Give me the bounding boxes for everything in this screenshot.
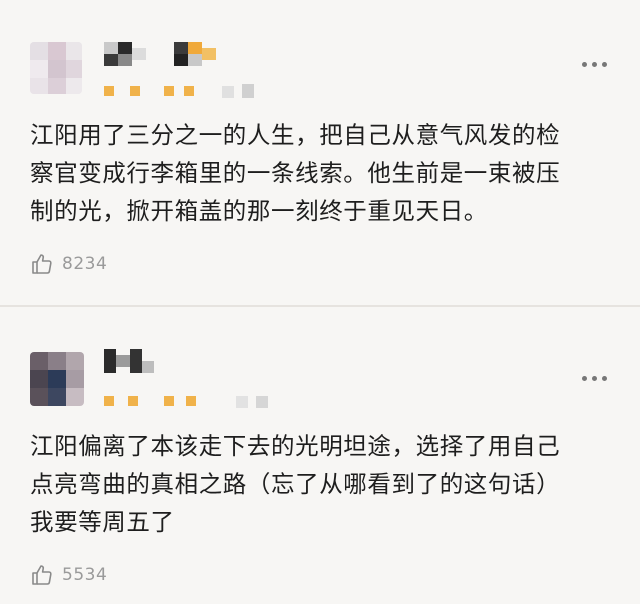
more-options-icon[interactable] xyxy=(582,58,612,70)
avatar[interactable] xyxy=(30,352,84,406)
comment-card: 江阳偏离了本该走下去的光明坦途，选择了用自己 点亮弯曲的真相之路（忘了从哪看到了… xyxy=(0,307,640,604)
like-button[interactable]: 5534 xyxy=(30,563,107,587)
more-options-icon[interactable] xyxy=(582,372,612,384)
avatar[interactable] xyxy=(30,42,82,94)
comment-card: 江阳用了三分之一的人生，把自己从意气风发的检 察官变成行李箱里的一条线索。他生前… xyxy=(0,0,640,305)
thumbs-up-icon xyxy=(32,254,52,274)
like-count: 5534 xyxy=(62,565,108,585)
like-button[interactable]: 8234 xyxy=(30,252,107,276)
thumbs-up-icon xyxy=(32,565,52,585)
comment-text: 江阳偏离了本该走下去的光明坦途，选择了用自己 点亮弯曲的真相之路（忘了从哪看到了… xyxy=(30,432,561,536)
comment-text: 江阳用了三分之一的人生，把自己从意气风发的检 察官变成行李箱里的一条线索。他生前… xyxy=(30,121,561,225)
like-count: 8234 xyxy=(62,254,108,274)
user-meta xyxy=(104,396,284,408)
username[interactable] xyxy=(104,42,224,66)
username[interactable] xyxy=(104,349,164,373)
user-meta xyxy=(104,84,264,98)
